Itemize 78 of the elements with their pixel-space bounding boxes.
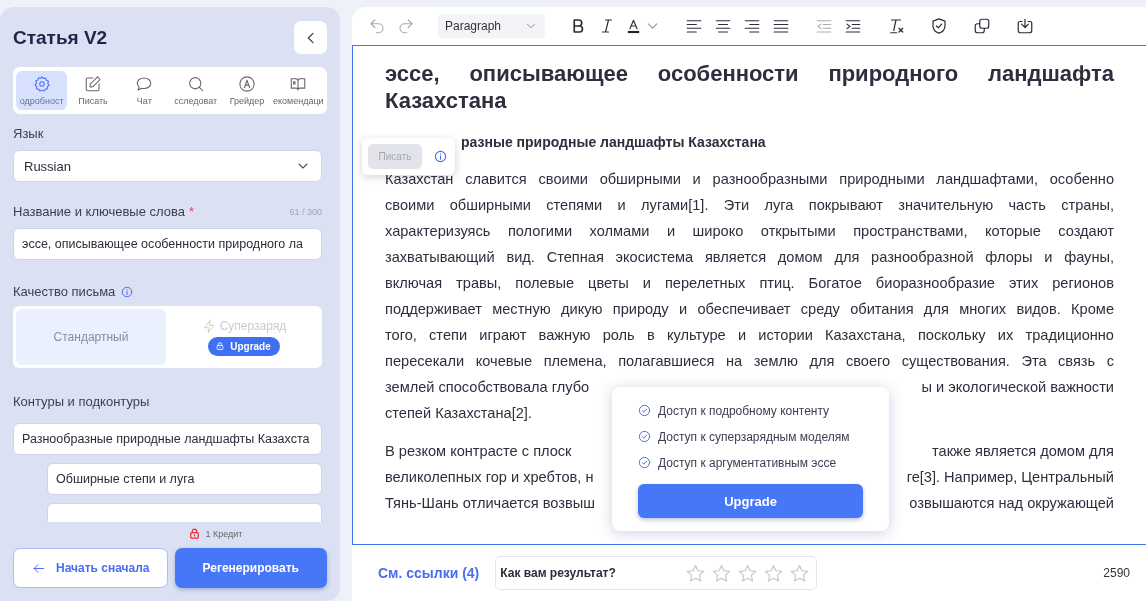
indent-icon	[843, 17, 862, 35]
star-icon[interactable]	[685, 562, 707, 584]
feature-text: Доступ к аргументативным эссе	[658, 455, 837, 470]
paragraph-text: В резком контрасте с плоск	[385, 442, 572, 461]
align-right-icon	[742, 17, 761, 35]
required-mark: *	[189, 204, 195, 219]
article-title: Статья V2	[13, 26, 108, 49]
editor-area[interactable]	[352, 45, 1146, 545]
book-icon	[289, 75, 308, 93]
regenerate-button[interactable]: Регенерировать	[174, 548, 327, 588]
tab[interactable]: сследоват	[170, 71, 222, 110]
paragraph-text: озвышаются над окружающей	[909, 494, 1114, 513]
align-center-icon	[713, 17, 732, 35]
shield-check-icon	[929, 17, 948, 35]
paragraph-text: своими обширными степями и лугами[1]. Эти луга покрывают значительную часть страны,	[385, 196, 1114, 215]
paragraph-text: ге[3]. Например, Центральный	[906, 468, 1114, 487]
field-label: Контуры и подконтуры	[13, 394, 151, 409]
field-label: Название и ключевые слова	[13, 204, 185, 219]
outline-field[interactable]: Разнообразные природные ландшафты Казахста	[13, 423, 322, 455]
info-icon[interactable]	[434, 150, 447, 163]
paragraph-text: ы и экологической важности	[921, 378, 1114, 397]
info-icon[interactable]	[121, 285, 134, 298]
section-heading: разные природные ландшафты Казахстана	[461, 134, 767, 150]
check-circle-icon	[638, 404, 651, 417]
tab[interactable]: Чат	[118, 71, 170, 110]
lightning-icon	[201, 318, 217, 334]
credit-count: 1 Кредит	[205, 528, 243, 539]
tab[interactable]: Грейдер	[221, 71, 273, 110]
feature-text: Доступ к подробному контенту	[658, 403, 830, 418]
chat-bubble-icon	[135, 75, 154, 93]
upgrade-badge[interactable]: Upgrade	[208, 336, 280, 356]
paragraph-text: великолепных гор и хребтов, н	[385, 468, 594, 487]
word-count: 2590	[1103, 566, 1130, 580]
check-circle-icon	[638, 456, 651, 469]
tab[interactable]: Писать	[67, 71, 119, 110]
paragraph-select[interactable]: Paragraph	[438, 14, 545, 38]
paragraph-text: включая травы, полевые цветы и перелетных птиц. Богатое биоразнообразие этих регионов	[385, 274, 1114, 293]
outdent-icon	[814, 17, 833, 35]
language-select[interactable]: Russian	[13, 150, 322, 182]
document-title: эссе, описывающее особенности природного ландшафта Казахстана	[385, 60, 1114, 114]
restart-button[interactable]: Начать сначала	[13, 548, 168, 588]
rating-question: Как вам результат?	[500, 566, 616, 580]
keywords-field[interactable]: эссе, описывающее особенности природного ла	[13, 228, 322, 260]
tab[interactable]: одробност	[16, 71, 68, 110]
field-label: Качество письма	[13, 284, 116, 299]
paragraph-text: того, степи играют важную роль в культуре и истории Казахстана, поскольку их традиционно	[385, 326, 1114, 345]
paragraph-text: землей способствовала глубо	[385, 378, 590, 397]
download-icon	[1015, 17, 1034, 35]
star-icon[interactable]	[763, 562, 785, 584]
search-icon	[186, 75, 205, 93]
references-link[interactable]: См. ссылки (4)	[378, 565, 480, 581]
outline-field[interactable]: Обширные степи и луга	[47, 463, 322, 495]
copy-icon	[972, 17, 991, 35]
settings-icon	[32, 75, 51, 93]
align-left-icon	[684, 17, 703, 35]
paragraph-text: Казахстан славится своими обширными и разнообразными природными ландшафтами, особенно	[385, 170, 1114, 189]
justify-icon	[771, 17, 790, 35]
star-icon[interactable]	[789, 562, 811, 584]
star-icon[interactable]	[711, 562, 733, 584]
paragraph-text: захватывающий вид. Степная экосистема является домом для разнообразной флоры и фауны,	[385, 248, 1114, 267]
pencil-icon	[84, 75, 102, 93]
paragraph-text: характеризуясь пологими холмами и широко открытыми пространствами, которые создают	[385, 222, 1114, 241]
redo-icon	[396, 17, 415, 35]
undo-icon	[367, 17, 386, 35]
text-color-icon	[625, 17, 642, 35]
paragraph-text: также является домом для	[932, 442, 1114, 461]
tab[interactable]: екомендаци	[272, 71, 324, 110]
lock-icon	[215, 341, 226, 351]
star-icon[interactable]	[737, 562, 759, 584]
field-label: Язык	[13, 126, 45, 141]
check-circle-icon	[638, 430, 651, 443]
paragraph-text: Тянь-Шань отличается возвыш	[385, 494, 595, 513]
feature-text: Доступ к суперзарядным моделям	[658, 429, 850, 444]
paragraph-text: пересекали кочевые племена, полагавшиеся на землю для своего существования. Эта связь с	[385, 352, 1114, 371]
upgrade-button[interactable]: Upgrade	[638, 484, 863, 518]
paragraph-text: поддерживает местную дикую природу и обеспечивает среду обитания для многих видов. Кроме	[385, 300, 1114, 319]
paragraph-text: степей Казахстана[2].	[385, 404, 532, 423]
letter-circle-icon	[237, 75, 256, 93]
